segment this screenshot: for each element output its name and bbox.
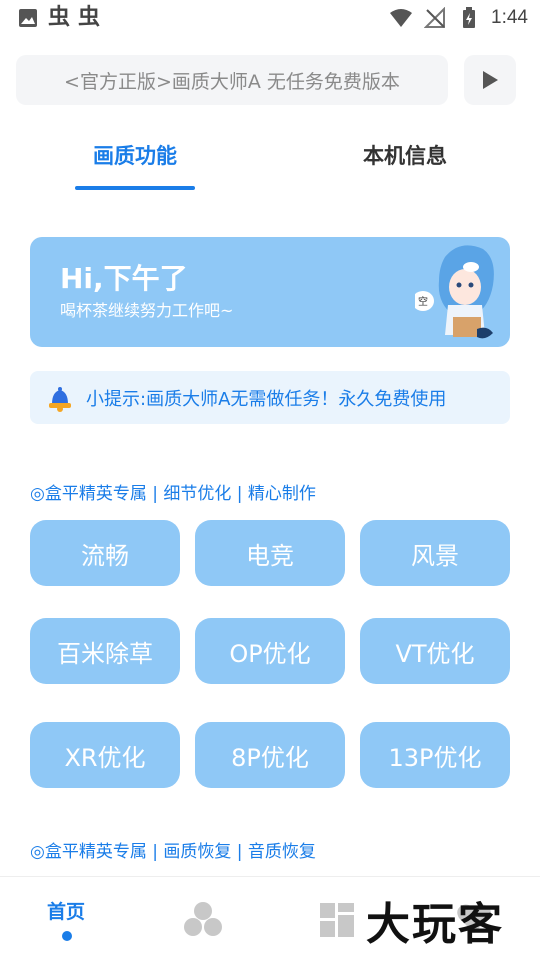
option-13p-optimize-button[interactable]: 13P优化 — [360, 722, 510, 788]
section-label-detail: ◎盒平精英专属 | 细节优化 | 精心制作 — [30, 484, 316, 504]
grid-layout-icon — [320, 903, 354, 937]
nav-item-home[interactable]: 首页 — [20, 877, 115, 961]
svg-text:空: 空 — [418, 295, 428, 308]
status-bar: 虫 虫 1:44 — [0, 0, 540, 36]
nav-active-dot — [62, 931, 72, 941]
nav-home-label: 首页 — [47, 901, 86, 923]
battery-charging-icon — [457, 6, 481, 30]
bell-icon — [49, 387, 71, 412]
status-right: 1:44 — [389, 6, 528, 30]
play-icon — [483, 71, 498, 89]
search-title-box[interactable]: <官方正版>画质大师A 无任务免费版本 — [16, 55, 448, 105]
tip-text: 小提示:画质大师A无需做任务！永久免费使用 — [86, 389, 447, 410]
greeting-card: Hi,下午了 喝杯茶继续努力工作吧~ 空 — [30, 237, 510, 347]
tab-picture-quality[interactable]: 画质功能 — [75, 140, 195, 174]
wifi-icon — [389, 6, 413, 30]
image-icon — [16, 6, 40, 30]
option-8p-optimize-button[interactable]: 8P优化 — [195, 722, 345, 788]
nav-item-grid[interactable] — [310, 877, 370, 961]
nav-item-features[interactable] — [170, 877, 240, 961]
greeting-title: Hi,下午了 — [60, 262, 188, 295]
status-left: 虫 虫 — [16, 6, 100, 30]
option-op-optimize-button[interactable]: OP优化 — [195, 618, 345, 684]
option-smooth-button[interactable]: 流畅 — [30, 520, 180, 586]
play-button[interactable] — [464, 55, 516, 105]
option-xr-optimize-button[interactable]: XR优化 — [30, 722, 180, 788]
mascot-illustration: 空 — [415, 245, 494, 339]
section-label-restore: ◎盒平精英专属 | 画质恢复 | 音质恢复 — [30, 842, 316, 862]
clock-time: 1:44 — [491, 7, 528, 28]
no-signal-icon — [423, 6, 447, 30]
option-grass-removal-button[interactable]: 百米除草 — [30, 618, 180, 684]
app-notification-icon: 虫 — [48, 5, 71, 30]
circles-icon — [184, 902, 222, 936]
option-vt-optimize-button[interactable]: VT优化 — [360, 618, 510, 684]
app-notification-icon: 虫 — [78, 5, 101, 30]
tab-indicator — [75, 186, 195, 190]
greeting-subtitle: 喝杯茶继续努力工作吧~ — [60, 301, 234, 320]
tab-device-info[interactable]: 本机信息 — [345, 140, 465, 174]
option-esports-button[interactable]: 电竞 — [195, 520, 345, 586]
watermark-logo: 大玩客 — [366, 899, 504, 950]
tip-bar: 小提示:画质大师A无需做任务！永久免费使用 — [30, 371, 510, 424]
option-scenery-button[interactable]: 风景 — [360, 520, 510, 586]
